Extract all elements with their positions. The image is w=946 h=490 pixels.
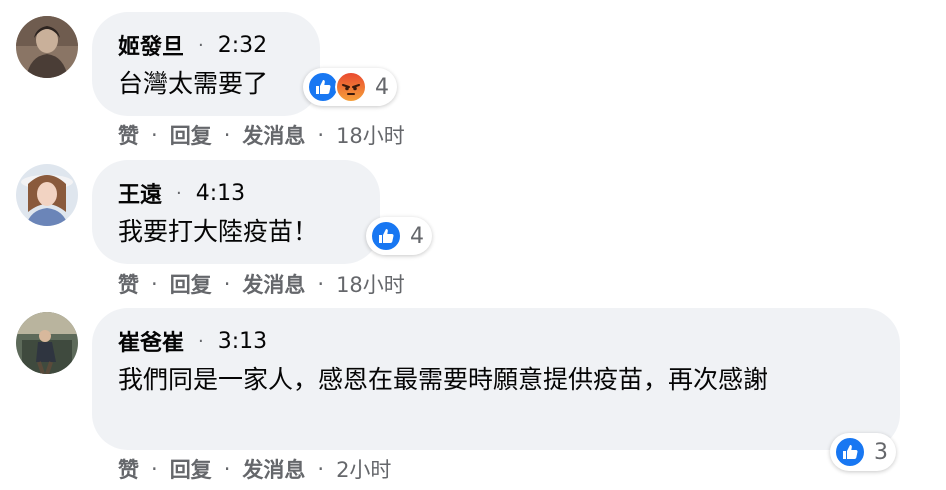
reply-button[interactable]: 回复 — [170, 269, 212, 299]
reaction-summary[interactable]: 4 — [366, 217, 432, 255]
comment-age[interactable]: 18小时 — [336, 269, 405, 299]
timestamp[interactable]: 2:32 — [218, 33, 267, 58]
reaction-count: 4 — [375, 74, 389, 100]
like-button[interactable]: 赞 — [118, 269, 139, 299]
reply-button[interactable]: 回复 — [170, 454, 212, 484]
timestamp[interactable]: 4:13 — [196, 181, 245, 206]
like-icon — [370, 220, 402, 252]
reaction-summary[interactable]: 4 — [303, 68, 397, 106]
message-button[interactable]: 发消息 — [242, 454, 305, 484]
comment-age[interactable]: 18小时 — [336, 120, 405, 150]
like-button[interactable]: 赞 — [118, 120, 139, 150]
author-name[interactable]: 王遠 — [118, 177, 162, 209]
separator: · — [317, 457, 325, 481]
avatar[interactable] — [16, 164, 78, 226]
author-name[interactable]: 姬發旦 — [118, 29, 184, 61]
separator: · — [198, 330, 204, 352]
separator: · — [223, 457, 231, 481]
avatar[interactable] — [16, 312, 78, 374]
comment-actions: 赞 · 回复 · 发消息 · 18小时 — [118, 120, 405, 150]
angry-icon — [335, 71, 367, 103]
reaction-count: 3 — [874, 439, 888, 465]
separator: · — [317, 123, 325, 147]
comment-actions: 赞 · 回复 · 发消息 · 2小时 — [118, 454, 391, 484]
comment-text: 我要打大陸疫苗！ — [118, 217, 319, 246]
separator: · — [223, 123, 231, 147]
comment-text: 我們同是一家人，感恩在最需要時願意提供疫苗，再次感謝 — [118, 365, 769, 394]
like-button[interactable]: 赞 — [118, 454, 139, 484]
comment-age[interactable]: 2小时 — [336, 454, 391, 484]
like-icon — [834, 436, 866, 468]
comment-bubble: 王遠 · 4:13 我要打大陸疫苗！ — [92, 160, 380, 264]
message-button[interactable]: 发消息 — [242, 120, 305, 150]
separator: · — [317, 272, 325, 296]
timestamp[interactable]: 3:13 — [218, 329, 267, 354]
separator: · — [151, 123, 158, 147]
separator: · — [151, 272, 158, 296]
comment-bubble: 姬發旦 · 2:32 台灣太需要了 — [92, 12, 320, 116]
comment-actions: 赞 · 回复 · 发消息 · 18小时 — [118, 269, 405, 299]
author-name[interactable]: 崔爸崔 — [118, 325, 184, 357]
reply-button[interactable]: 回复 — [170, 120, 212, 150]
reaction-summary[interactable]: 3 — [830, 433, 896, 471]
separator: · — [176, 182, 182, 204]
message-button[interactable]: 发消息 — [242, 269, 305, 299]
separator: · — [223, 272, 231, 296]
separator: · — [198, 34, 204, 56]
separator: · — [151, 457, 158, 481]
reaction-count: 4 — [410, 223, 424, 249]
comment-bubble: 崔爸崔 · 3:13 我們同是一家人，感恩在最需要時願意提供疫苗，再次感謝 — [92, 308, 900, 450]
avatar[interactable] — [16, 16, 78, 78]
comment-text: 台灣太需要了 — [118, 69, 269, 98]
